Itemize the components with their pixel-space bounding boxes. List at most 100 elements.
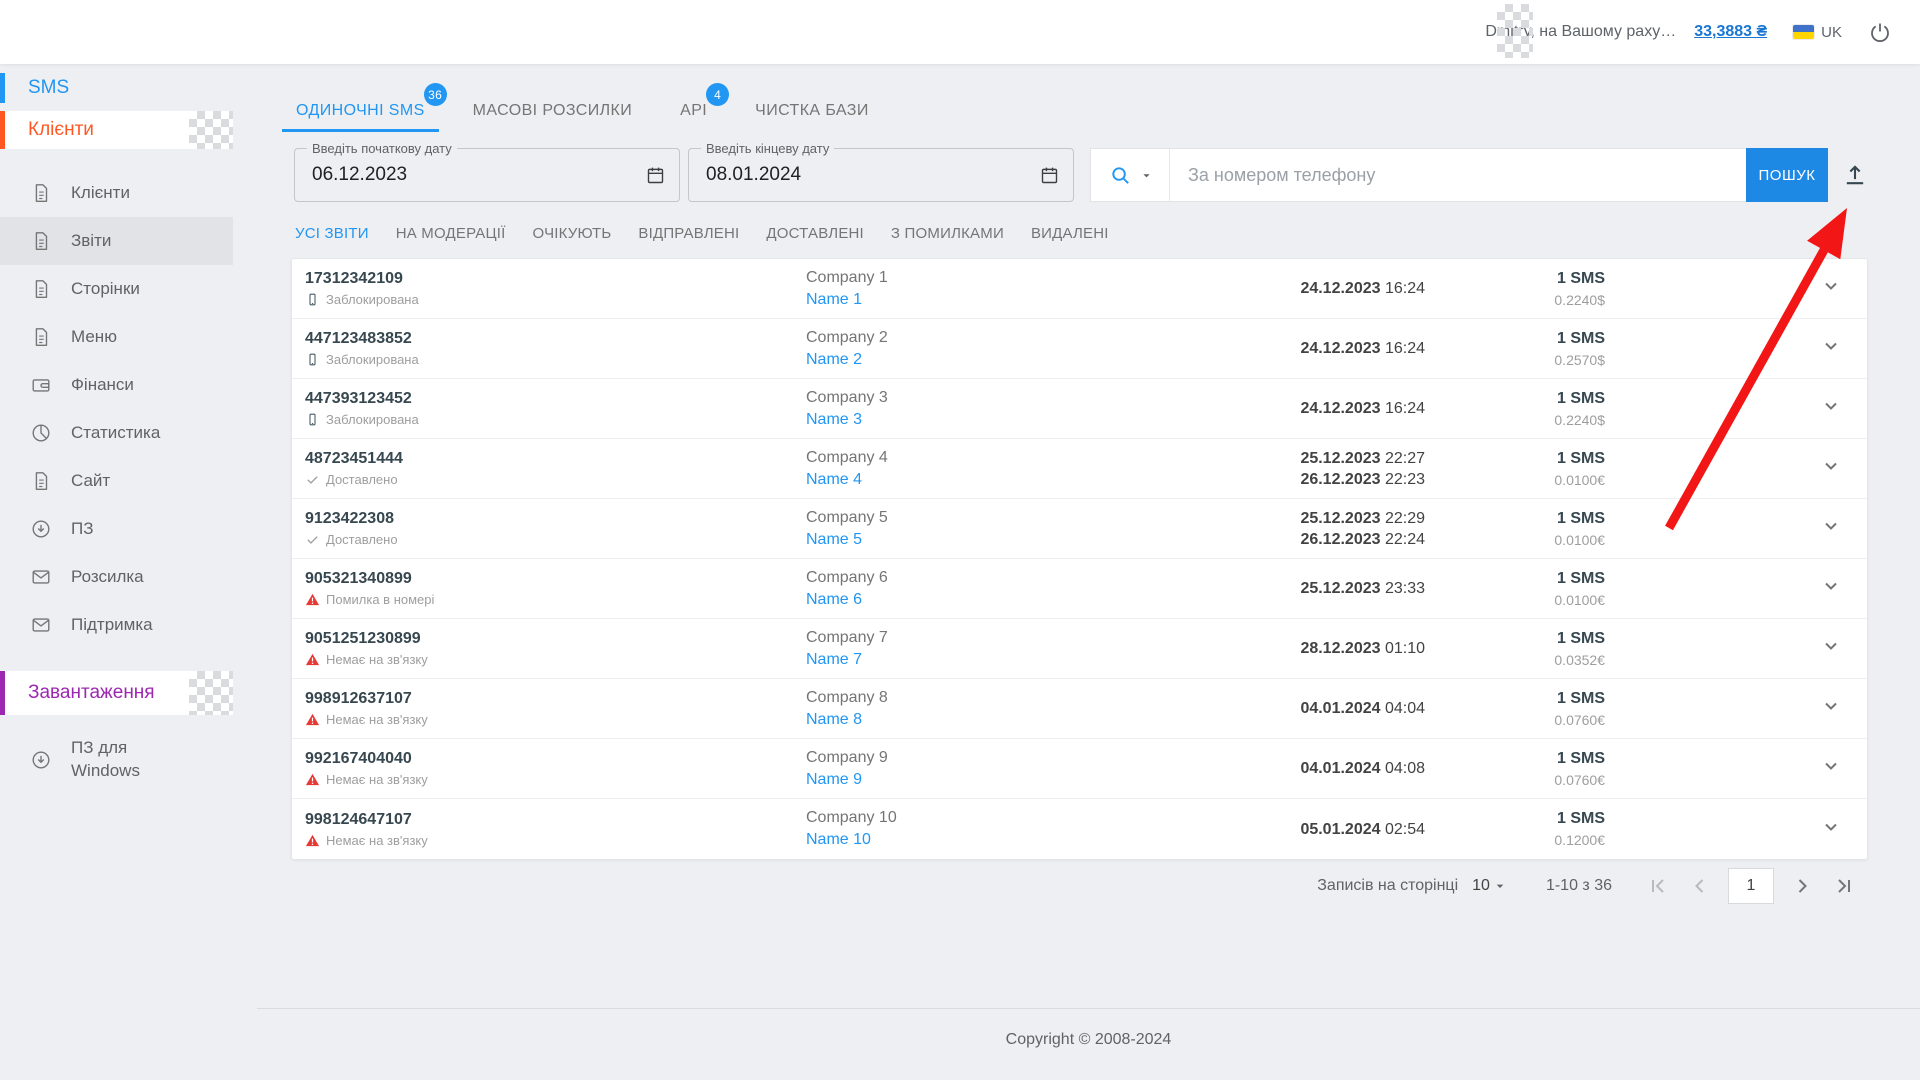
- sms-cost: 0.2240$: [1554, 292, 1605, 308]
- chevron-down-icon[interactable]: [1819, 815, 1843, 839]
- logout-button[interactable]: [1868, 20, 1892, 44]
- sidebar-item-pz[interactable]: ПЗ: [0, 505, 233, 553]
- search-input[interactable]: [1170, 149, 1746, 201]
- blocked-phone-icon: [305, 292, 320, 307]
- chevron-down-icon[interactable]: [1819, 754, 1843, 778]
- sidebar-item-zvity[interactable]: Звіти: [0, 217, 233, 265]
- sms-cost: 0.2240$: [1554, 412, 1605, 428]
- sidebar-downloads-nav: ПЗ для Windows: [0, 729, 233, 791]
- sidebar-item-storinky[interactable]: Сторінки: [0, 265, 233, 313]
- chevron-down-icon[interactable]: [1819, 634, 1843, 658]
- document-icon: [30, 230, 52, 252]
- chevron-down-icon[interactable]: [1819, 274, 1843, 298]
- first-page-button[interactable]: [1646, 874, 1670, 898]
- calendar-icon[interactable]: [645, 165, 666, 186]
- current-page-box[interactable]: 1: [1728, 868, 1774, 904]
- sidebar-item-klienty[interactable]: Клієнти: [0, 169, 233, 217]
- sender-name-link[interactable]: Name 3: [806, 411, 1136, 429]
- phone-number: 447123483852: [305, 330, 806, 348]
- sidebar-nav: Клієнти Звіти Сторінки Меню Фінанси Стат…: [0, 169, 233, 649]
- sender-name-link[interactable]: Name 6: [806, 591, 1136, 609]
- sidebar-item-rozsylka[interactable]: Розсилка: [0, 553, 233, 601]
- prev-page-button[interactable]: [1688, 874, 1712, 898]
- sender-name-link[interactable]: Name 9: [806, 771, 1136, 789]
- balance-link[interactable]: 33,3883 ₴: [1694, 23, 1767, 41]
- end-date-input[interactable]: [689, 149, 1073, 201]
- prev-page-icon: [1688, 874, 1712, 898]
- sms-cost: 0.0100€: [1554, 592, 1605, 608]
- chevron-down-icon[interactable]: [1819, 694, 1843, 718]
- pixel-decoration: [1497, 4, 1533, 58]
- search-button[interactable]: ПОШУК: [1746, 148, 1828, 202]
- sms-cost: 0.0760€: [1554, 712, 1605, 728]
- chevron-down-icon[interactable]: [1819, 334, 1843, 358]
- sidebar: SMS Клієнти Клієнти Звіти Сторінки Меню …: [0, 64, 233, 1080]
- phone-number: 9123422308: [305, 510, 806, 528]
- pie-chart-icon: [30, 422, 52, 444]
- search-bar: ПОШУК: [1090, 148, 1828, 202]
- sender-name-link[interactable]: Name 2: [806, 351, 1136, 369]
- status-label: Доставлено: [326, 472, 398, 487]
- chevron-down-icon[interactable]: [1819, 454, 1843, 478]
- export-upload-button[interactable]: [1841, 161, 1869, 189]
- tab-chystka-bazy[interactable]: ЧИСТКА БАЗИ: [741, 92, 883, 132]
- filter-na-moderacii[interactable]: НА МОДЕРАЦІЇ: [396, 225, 506, 242]
- sidebar-item-statystyka[interactable]: Статистика: [0, 409, 233, 457]
- sender-name-link[interactable]: Name 8: [806, 711, 1136, 729]
- filter-z-pomylkamy[interactable]: З ПОМИЛКАМИ: [891, 225, 1004, 242]
- filter-vydaleni[interactable]: ВИДАЛЕНІ: [1031, 225, 1109, 242]
- tab-odynochni-sms[interactable]: ОДИНОЧНІ SMS 36: [282, 92, 439, 132]
- language-switcher[interactable]: UK: [1793, 24, 1842, 41]
- sms-cost: 0.2570$: [1554, 352, 1605, 368]
- chevron-down-icon[interactable]: [1819, 574, 1843, 598]
- start-date-input[interactable]: [295, 149, 679, 201]
- table-row: 998124647107 Немає на зв'язку Company 10…: [292, 799, 1867, 859]
- error-warning-icon: [305, 833, 320, 848]
- search-type-dropdown[interactable]: [1091, 149, 1170, 201]
- upload-icon: [1841, 161, 1869, 189]
- next-page-button[interactable]: [1790, 874, 1814, 898]
- calendar-icon[interactable]: [1039, 165, 1060, 186]
- sidebar-item-sait[interactable]: Сайт: [0, 457, 233, 505]
- sms-count: 1 SMS: [1557, 390, 1605, 408]
- sms-cost: 0.0100€: [1554, 472, 1605, 488]
- tab-api[interactable]: API 4: [666, 92, 721, 132]
- pixel-decoration: [189, 111, 233, 149]
- sidebar-item-finansy[interactable]: Фінанси: [0, 361, 233, 409]
- last-page-button[interactable]: [1832, 874, 1856, 898]
- sidebar-item-pz-windows[interactable]: ПЗ для Windows: [0, 729, 233, 791]
- company-label: Company 6: [806, 569, 1136, 587]
- mail-icon: [30, 566, 52, 588]
- delivered-check-icon: [305, 532, 320, 547]
- filter-usi-zvity[interactable]: УСІ ЗВІТИ: [295, 225, 369, 242]
- sender-name-link[interactable]: Name 5: [806, 531, 1136, 549]
- company-label: Company 1: [806, 269, 1136, 287]
- download-icon: [30, 749, 52, 771]
- per-page-select[interactable]: 10: [1472, 877, 1508, 895]
- send-dates: 24.12.2023 16:24: [1136, 278, 1425, 299]
- phone-number: 992167404040: [305, 750, 806, 768]
- sender-name-link[interactable]: Name 7: [806, 651, 1136, 669]
- send-dates: 28.12.2023 01:10: [1136, 638, 1425, 659]
- sender-name-link[interactable]: Name 4: [806, 471, 1136, 489]
- send-dates: 04.01.2024 04:08: [1136, 758, 1425, 779]
- sidebar-item-menu[interactable]: Меню: [0, 313, 233, 361]
- filter-ochikuyut[interactable]: ОЧІКУЮТЬ: [533, 225, 612, 242]
- tab-masovi-rozsylky[interactable]: МАСОВІ РОЗСИЛКИ: [459, 92, 646, 132]
- phone-number: 17312342109: [305, 270, 806, 288]
- sender-name-link[interactable]: Name 1: [806, 291, 1136, 309]
- table-row: 998912637107 Немає на зв'язку Company 8 …: [292, 679, 1867, 739]
- sms-count: 1 SMS: [1557, 450, 1605, 468]
- document-icon: [30, 278, 52, 300]
- status-label: Немає на зв'язку: [326, 712, 428, 727]
- brand-sms[interactable]: SMS: [0, 71, 233, 105]
- filter-vidpravleni[interactable]: ВІДПРАВЛЕНІ: [638, 225, 739, 242]
- chevron-down-icon[interactable]: [1819, 514, 1843, 538]
- main-content: ОДИНОЧНІ SMS 36 МАСОВІ РОЗСИЛКИ API 4 ЧИ…: [233, 64, 1920, 1080]
- sender-name-link[interactable]: Name 10: [806, 831, 1136, 849]
- per-page-label: Записів на сторінці: [1317, 877, 1458, 895]
- table-row: 447393123452 Заблокирована Company 3 Nam…: [292, 379, 1867, 439]
- chevron-down-icon[interactable]: [1819, 394, 1843, 418]
- filter-dostavleni[interactable]: ДОСТАВЛЕНІ: [766, 225, 864, 242]
- sidebar-item-pidtrymka[interactable]: Підтримка: [0, 601, 233, 649]
